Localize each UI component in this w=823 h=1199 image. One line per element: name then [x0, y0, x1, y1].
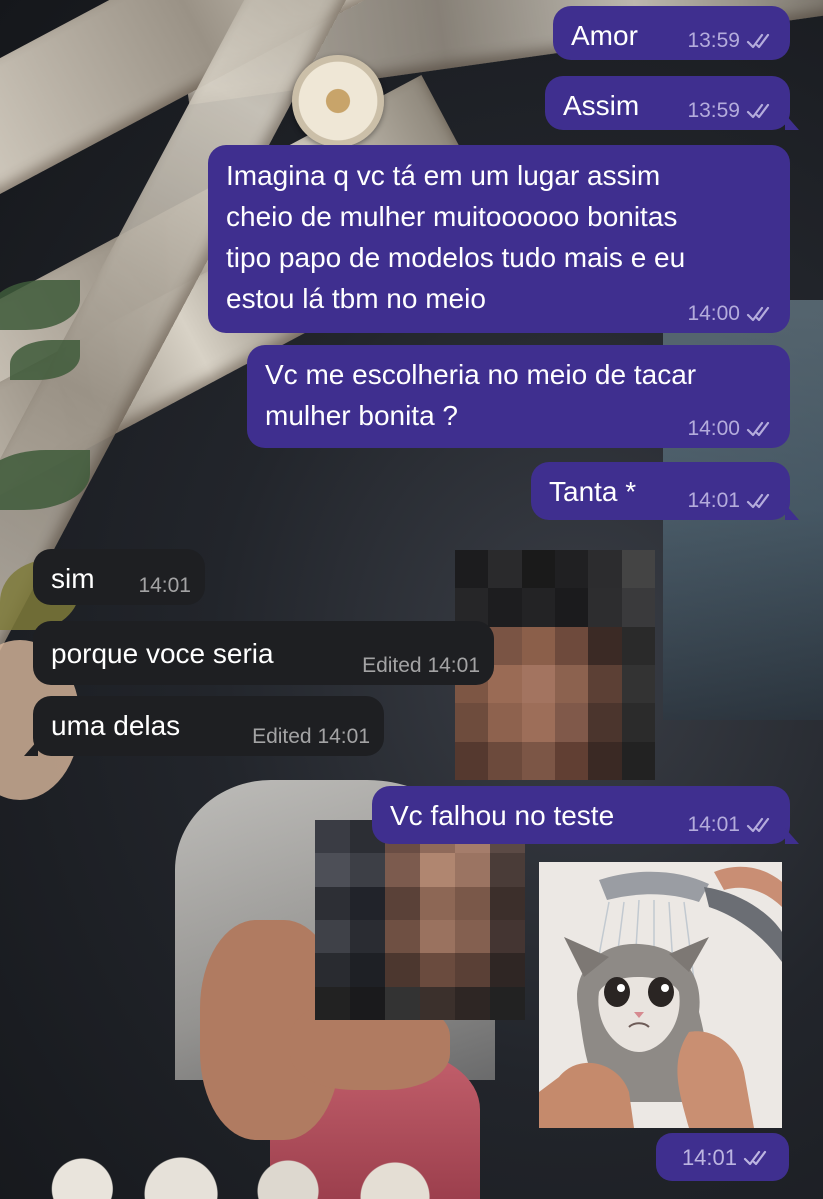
message-bubble-outgoing[interactable]: Tanta * 14:01 — [531, 462, 799, 520]
message-bubble-outgoing[interactable]: Amor 13:59 — [553, 6, 790, 60]
message-meta: 13:59 — [687, 99, 776, 123]
message-bubble-incoming[interactable]: uma delas Edited 14:01 — [24, 696, 384, 756]
message-time: 14:00 — [687, 302, 740, 325]
message-meta: 14:00 — [687, 302, 776, 326]
double-check-icon — [746, 306, 770, 322]
message-text: Amor — [571, 20, 638, 51]
message-time: 14:01 — [138, 574, 191, 597]
double-check-icon — [746, 103, 770, 119]
double-check-icon — [746, 33, 770, 49]
message-time: 13:59 — [687, 29, 740, 52]
message-text: porque voce seria — [51, 638, 274, 669]
message-bubble-outgoing[interactable]: Assim 13:59 — [545, 76, 799, 130]
message-line: Imagina q vc tá em um lugar assim — [226, 160, 661, 191]
message-list[interactable]: Amor 13:59 Assim 13:59 Imagina q vc tá e… — [0, 0, 823, 1199]
message-text: sim — [51, 563, 95, 594]
message-text: Vc falhou no teste — [390, 800, 615, 831]
message-meta: 14:01 — [687, 489, 776, 513]
double-check-icon — [746, 421, 770, 437]
message-text: Assim — [563, 90, 640, 121]
message-time: 13:59 — [687, 99, 740, 122]
message-bubble-incoming[interactable]: sim 14:01 — [33, 549, 205, 605]
message-time: 14:01 — [687, 813, 740, 836]
message-text: uma delas — [51, 710, 181, 741]
message-meta: Edited 14:01 — [362, 654, 480, 678]
message-time: Edited 14:01 — [362, 654, 480, 677]
message-text: Tanta * — [549, 476, 637, 507]
sticker-message[interactable] — [539, 862, 782, 1128]
message-meta: 14:01 — [687, 813, 776, 837]
message-meta: 14:00 — [687, 417, 776, 441]
message-meta: 14:01 — [682, 1146, 773, 1170]
double-check-icon — [746, 493, 770, 509]
message-line: cheio de mulher muitoooooo bonitas — [226, 201, 678, 232]
message-time: 14:01 — [687, 489, 740, 512]
crying-cat-image — [539, 862, 782, 1128]
message-bubble-outgoing[interactable]: Imagina q vc tá em um lugar assim cheio … — [208, 145, 790, 333]
message-meta: Edited 14:01 — [252, 725, 370, 749]
message-meta: 13:59 — [687, 29, 776, 53]
message-bubble-incoming[interactable]: porque voce seria Edited 14:01 — [33, 621, 494, 685]
message-time: 14:00 — [687, 417, 740, 440]
message-line: tipo papo de modelos tudo mais e eu — [226, 242, 686, 273]
message-meta: 14:01 — [138, 574, 191, 598]
double-check-icon — [746, 817, 770, 833]
double-check-icon — [743, 1150, 767, 1166]
message-line: Vc me escolheria no meio de tacar — [265, 359, 697, 390]
message-bubble-outgoing[interactable]: Vc falhou no teste 14:01 — [372, 786, 799, 844]
message-bubble-outgoing[interactable]: Vc me escolheria no meio de tacar mulher… — [247, 345, 790, 448]
message-time: 14:01 — [681, 1145, 737, 1170]
crying-wet-cat-sticker — [539, 862, 782, 1128]
message-time: Edited 14:01 — [252, 725, 370, 748]
sticker-time-badge: 14:01 — [656, 1133, 789, 1181]
